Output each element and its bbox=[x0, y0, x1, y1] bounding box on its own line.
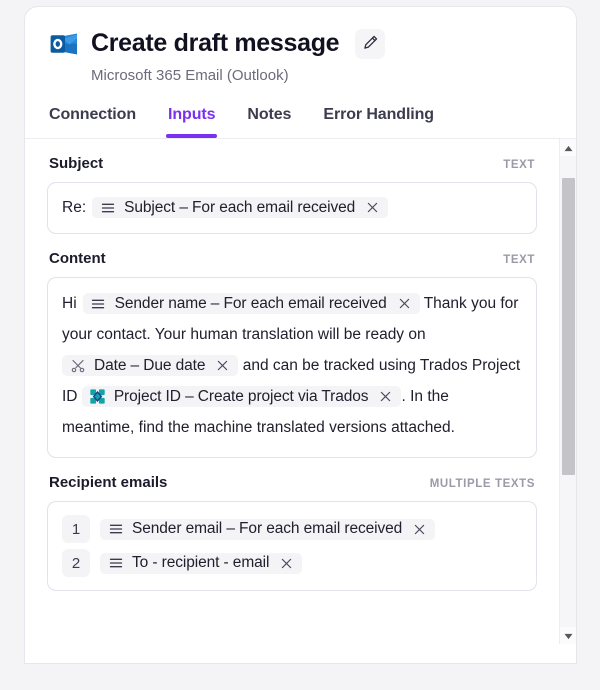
action-card: Create draft message Microsoft 365 Email… bbox=[24, 6, 577, 664]
close-icon[interactable] bbox=[365, 200, 380, 215]
triangle-up-icon bbox=[564, 139, 573, 157]
edit-title-button[interactable] bbox=[355, 29, 386, 59]
list-item[interactable]: 1 Sender email – For each email received bbox=[62, 512, 522, 546]
field-subject-label: Subject bbox=[49, 155, 104, 172]
recipient-emails-list[interactable]: 1 Sender email – For each email received… bbox=[47, 501, 537, 591]
chip-due-date-label: Date – Due date bbox=[94, 357, 206, 375]
list-item[interactable]: 2 To - recipient - email bbox=[62, 546, 522, 580]
text-variable-icon bbox=[90, 295, 107, 312]
scroll-track[interactable] bbox=[560, 156, 576, 627]
text-variable-icon bbox=[107, 521, 124, 538]
chip-sender-email[interactable]: Sender email – For each email received bbox=[100, 518, 436, 540]
close-icon[interactable] bbox=[397, 296, 412, 311]
tab-bar: Connection Inputs Notes Error Handling bbox=[25, 84, 576, 139]
field-subject: Subject TEXT Re: Subject – For each emai… bbox=[47, 155, 537, 234]
chip-sender-name-label: Sender name – For each email received bbox=[114, 295, 387, 313]
chip-subject-label: Subject – For each email received bbox=[124, 199, 356, 217]
field-recipient-emails-type-badge: MULTIPLE TEXTS bbox=[429, 478, 535, 490]
tab-inputs[interactable]: Inputs bbox=[166, 102, 218, 138]
chip-recipient-email[interactable]: To - recipient - email bbox=[100, 552, 303, 574]
page-subtitle: Microsoft 365 Email (Outlook) bbox=[91, 67, 289, 84]
field-subject-type-badge: TEXT bbox=[503, 159, 535, 171]
chip-project-id-label: Project ID – Create project via Trados bbox=[113, 388, 369, 406]
content-input-content: Hi Sender name – For each email received… bbox=[62, 288, 522, 443]
chip-project-id[interactable]: Project ID – Create project via Trados bbox=[81, 386, 402, 408]
tab-connection[interactable]: Connection bbox=[47, 102, 138, 138]
scroll-up-button[interactable] bbox=[560, 139, 576, 156]
field-recipient-emails: Recipient emails MULTIPLE TEXTS 1 Sender… bbox=[47, 474, 537, 591]
outlook-icon bbox=[49, 29, 79, 59]
chip-sender-email-label: Sender email – For each email received bbox=[132, 520, 403, 538]
content-greeting-text: Hi bbox=[62, 295, 77, 312]
close-icon[interactable] bbox=[378, 389, 393, 404]
text-variable-icon bbox=[107, 555, 124, 572]
close-icon[interactable] bbox=[412, 522, 427, 537]
content-input[interactable]: Hi Sender name – For each email received… bbox=[47, 277, 537, 458]
list-item-index: 2 bbox=[62, 549, 90, 577]
vertical-scrollbar[interactable] bbox=[559, 139, 576, 644]
scroll-thumb[interactable] bbox=[562, 178, 575, 475]
scroll-content: Subject TEXT Re: Subject – For each emai… bbox=[25, 139, 559, 644]
field-content-type-badge: TEXT bbox=[503, 254, 535, 266]
scroll-down-button[interactable] bbox=[560, 627, 576, 644]
field-content-label: Content bbox=[49, 250, 106, 267]
chip-recipient-email-label: To - recipient - email bbox=[132, 554, 270, 572]
text-variable-icon bbox=[99, 199, 116, 216]
tab-notes[interactable]: Notes bbox=[245, 102, 293, 138]
field-recipient-emails-label: Recipient emails bbox=[49, 474, 168, 491]
list-item-index: 1 bbox=[62, 515, 90, 543]
title-row: Create draft message bbox=[49, 29, 552, 59]
field-recipient-emails-header: Recipient emails MULTIPLE TEXTS bbox=[47, 474, 537, 491]
chip-due-date[interactable]: Date – Due date bbox=[62, 355, 239, 377]
close-icon[interactable] bbox=[215, 358, 230, 373]
pencil-icon bbox=[362, 34, 379, 54]
subject-prefix-text: Re: bbox=[62, 199, 87, 216]
card-header: Create draft message Microsoft 365 Email… bbox=[25, 7, 576, 84]
page-title: Create draft message bbox=[91, 29, 340, 58]
chip-sender-name[interactable]: Sender name – For each email received bbox=[82, 293, 420, 315]
field-content-header: Content TEXT bbox=[47, 250, 537, 267]
subject-input[interactable]: Re: Subject – For each email received bbox=[47, 182, 537, 234]
tab-error-handling[interactable]: Error Handling bbox=[321, 102, 436, 138]
triangle-down-icon bbox=[564, 627, 573, 645]
chip-subject-variable[interactable]: Subject – For each email received bbox=[92, 197, 389, 219]
close-icon[interactable] bbox=[279, 556, 294, 571]
field-subject-header: Subject TEXT bbox=[47, 155, 537, 172]
inputs-panel: Subject TEXT Re: Subject – For each emai… bbox=[25, 139, 576, 644]
trados-icon bbox=[89, 388, 106, 405]
subject-input-content: Re: Subject – For each email received bbox=[62, 195, 522, 221]
tools-icon bbox=[69, 357, 86, 374]
field-content: Content TEXT Hi Sender name – For each e… bbox=[47, 250, 537, 458]
